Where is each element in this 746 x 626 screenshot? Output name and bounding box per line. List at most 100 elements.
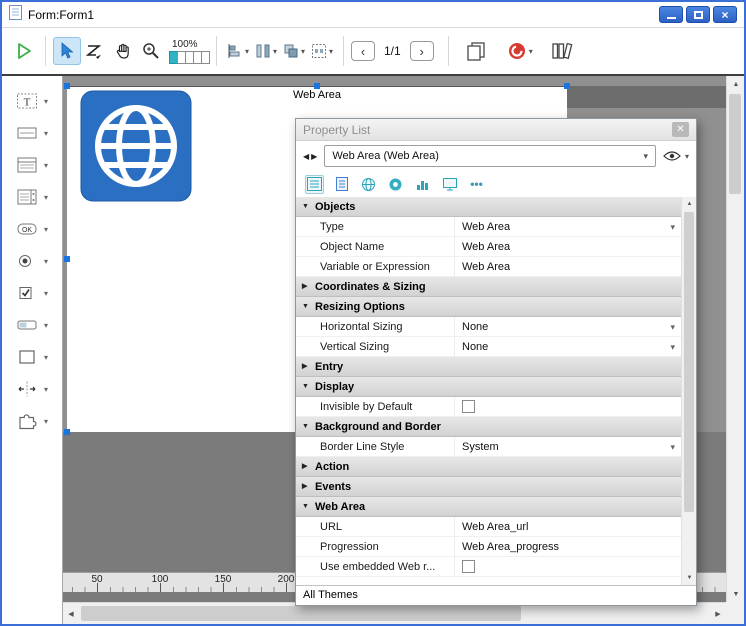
tab-objects[interactable] [332, 175, 351, 194]
tab-display[interactable] [440, 175, 459, 194]
chevron-down-icon[interactable]: ▾ [44, 161, 48, 170]
chevron-down-icon[interactable]: ▾ [529, 47, 533, 56]
object-prev-next-buttons[interactable]: ◀▶ [303, 152, 317, 161]
tab-all-properties[interactable] [305, 175, 324, 194]
section-action[interactable]: ▶ Action [296, 457, 681, 477]
sidebar-tool-checkbox[interactable]: ▾ [2, 280, 62, 306]
property-list-close-button[interactable]: ✕ [672, 122, 689, 137]
property-grid-scrollbar[interactable]: ▲ ▼ [681, 197, 696, 585]
sidebar-tool-group-box[interactable]: ▾ [2, 120, 62, 146]
sidebar-tool-splitter[interactable]: ▾ [2, 376, 62, 402]
form-pages-button[interactable] [462, 37, 490, 65]
property-row-vertical-sizing[interactable]: Vertical Sizing None ▾ [296, 337, 681, 357]
property-row-border-line-style[interactable]: Border Line Style System ▾ [296, 437, 681, 457]
property-row-invisible-by-default[interactable]: Invisible by Default [296, 397, 681, 417]
selection-handle-top-center[interactable] [314, 83, 320, 89]
chevron-down-icon[interactable]: ▾ [301, 47, 305, 56]
duplicate-grid-button[interactable]: ▾ [308, 37, 336, 65]
sidebar-tool-radio-button[interactable]: ▾ [2, 248, 62, 274]
chevron-left-icon[interactable]: ◀ [303, 152, 309, 161]
object-selector-dropdown[interactable]: Web Area (Web Area) ▾ [324, 145, 656, 167]
tab-data-source[interactable] [413, 175, 432, 194]
selection-handle-top-left[interactable] [64, 83, 70, 89]
property-row-use-embedded-web-rendering[interactable]: Use embedded Web r... [296, 557, 681, 577]
close-button[interactable]: × [713, 6, 737, 23]
invisible-by-default-checkbox[interactable] [462, 400, 475, 413]
chevron-down-icon[interactable]: ▾ [44, 257, 48, 266]
select-tool-button[interactable] [53, 37, 81, 65]
property-row-type[interactable]: Type Web Area ▾ [296, 217, 681, 237]
scroll-down-icon[interactable]: ▼ [727, 586, 745, 602]
zoom-step[interactable] [201, 51, 210, 64]
chevron-down-icon[interactable]: ▾ [44, 353, 48, 362]
zoom-tool-button[interactable] [137, 37, 165, 65]
property-row-url[interactable]: URL Web Area_url [296, 517, 681, 537]
scroll-up-icon[interactable]: ▲ [727, 76, 745, 92]
scroll-left-icon[interactable]: ◀ [63, 603, 79, 625]
chevron-down-icon[interactable]: ▾ [670, 217, 675, 237]
scroll-right-icon[interactable]: ▶ [710, 603, 726, 625]
sidebar-tool-indicator[interactable]: ▾ [2, 312, 62, 338]
section-entry[interactable]: ▶ Entry [296, 357, 681, 377]
section-background-and-border[interactable]: ▼ Background and Border [296, 417, 681, 437]
align-objects-button[interactable]: ▾ [224, 37, 252, 65]
use-embedded-web-rendering-checkbox[interactable] [462, 560, 475, 573]
section-web-area[interactable]: ▼ Web Area [296, 497, 681, 517]
visibility-filter-button[interactable]: ▾ [663, 150, 689, 162]
chevron-down-icon[interactable]: ▾ [329, 47, 333, 56]
distribute-objects-button[interactable]: ▾ [252, 37, 280, 65]
previous-page-button[interactable]: ‹ [351, 41, 375, 61]
property-row-progression[interactable]: Progression Web Area_progress [296, 537, 681, 557]
chevron-down-icon[interactable]: ▾ [670, 317, 675, 337]
chevron-down-icon[interactable]: ▾ [245, 47, 249, 56]
property-list-titlebar[interactable]: Property List ✕ [296, 119, 696, 141]
section-display[interactable]: ▼ Display [296, 377, 681, 397]
sidebar-tool-button[interactable]: OK ▾ [2, 216, 62, 242]
scrollbar-thumb[interactable] [684, 212, 694, 512]
minimize-button[interactable] [659, 6, 683, 23]
form-events-button[interactable]: ▾ [506, 37, 534, 65]
property-row-variable[interactable]: Variable or Expression Web Area [296, 257, 681, 277]
chevron-down-icon[interactable]: ▾ [44, 129, 48, 138]
scroll-up-icon[interactable]: ▲ [682, 197, 696, 211]
scrollbar-thumb[interactable] [81, 606, 521, 621]
section-events[interactable]: ▶ Events [296, 477, 681, 497]
selection-handle-bottom-left[interactable] [64, 429, 70, 435]
section-resizing-options[interactable]: ▼ Resizing Options [296, 297, 681, 317]
vertical-scrollbar[interactable]: ▲ ▼ [726, 76, 744, 602]
section-objects[interactable]: ▼ Objects [296, 197, 681, 217]
chevron-right-icon[interactable]: ▶ [311, 152, 317, 161]
sidebar-tool-combo-box[interactable]: ▾ [2, 184, 62, 210]
pan-tool-button[interactable] [109, 37, 137, 65]
chevron-down-icon[interactable]: ▾ [670, 437, 675, 457]
sidebar-tool-list-box[interactable]: ▾ [2, 152, 62, 178]
scrollbar-thumb[interactable] [729, 94, 741, 194]
chevron-down-icon[interactable]: ▾ [273, 47, 277, 56]
chevron-down-icon[interactable]: ▾ [44, 321, 48, 330]
next-page-button[interactable]: › [410, 41, 434, 61]
sidebar-tool-text[interactable]: T ▾ [2, 88, 62, 114]
chevron-down-icon[interactable]: ▾ [44, 97, 48, 106]
property-row-object-name[interactable]: Object Name Web Area [296, 237, 681, 257]
tab-more[interactable]: ••• [467, 175, 486, 194]
chevron-down-icon[interactable]: ▾ [44, 289, 48, 298]
chevron-down-icon[interactable]: ▾ [44, 193, 48, 202]
tab-coordinates[interactable] [359, 175, 378, 194]
run-form-button[interactable] [10, 37, 38, 65]
object-level-button[interactable]: ▾ [280, 37, 308, 65]
sidebar-tool-rectangle[interactable]: ▾ [2, 344, 62, 370]
chevron-down-icon[interactable]: ▾ [44, 225, 48, 234]
maximize-button[interactable] [686, 6, 710, 23]
chevron-down-icon[interactable]: ▾ [44, 385, 48, 394]
tab-appearance[interactable] [386, 175, 405, 194]
property-row-horizontal-sizing[interactable]: Horizontal Sizing None ▾ [296, 317, 681, 337]
scroll-down-icon[interactable]: ▼ [682, 571, 696, 585]
chevron-down-icon[interactable]: ▾ [670, 337, 675, 357]
chevron-down-icon[interactable]: ▾ [44, 417, 48, 426]
section-coordinates-sizing[interactable]: ▶ Coordinates & Sizing [296, 277, 681, 297]
themes-footer[interactable]: All Themes [296, 585, 696, 605]
sidebar-tool-plugin[interactable]: ▾ [2, 408, 62, 434]
object-library-button[interactable] [548, 37, 576, 65]
selection-handle-top-right[interactable] [564, 83, 570, 89]
entry-order-tool-button[interactable] [81, 37, 109, 65]
